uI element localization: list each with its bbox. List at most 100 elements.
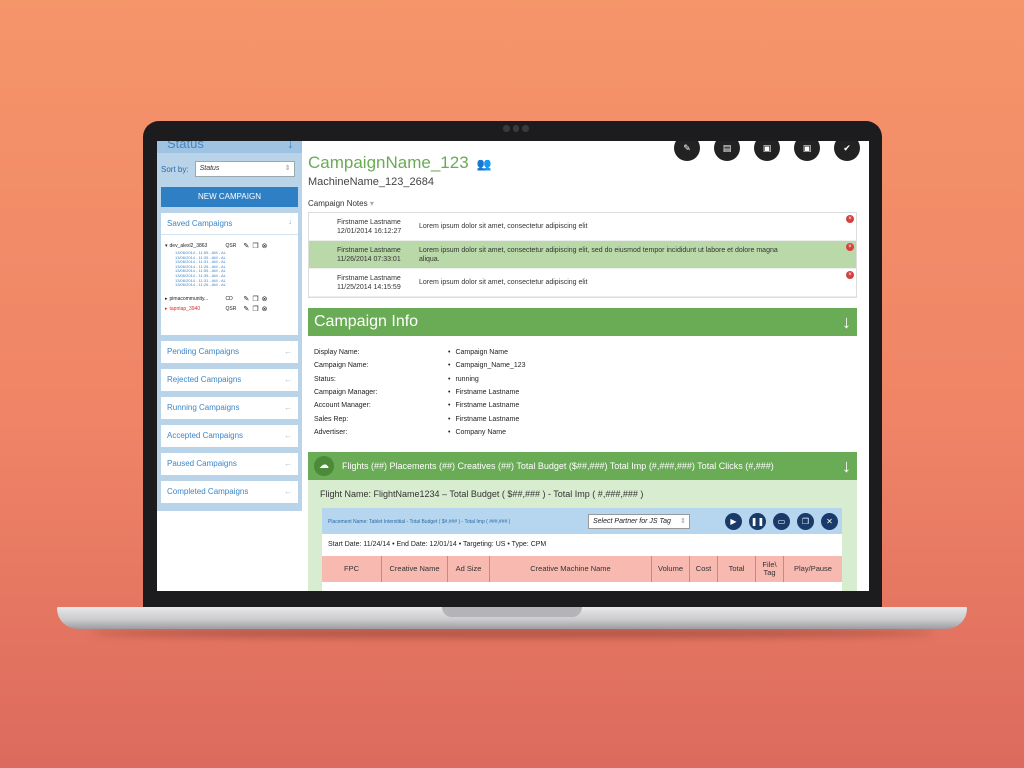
notes-label: Campaign Notes <box>308 199 368 208</box>
nav-running-campaigns[interactable]: Running Campaigns ← <box>161 397 298 419</box>
delete-icon[interactable]: ⊗ <box>262 242 268 250</box>
campaign-row[interactable]: ▸ tapntap_3940 QSR ✎ ❐ ⊗ <box>161 304 298 314</box>
column-header[interactable]: FPC <box>322 556 382 582</box>
info-row: Account Manager: Firstname Lastname <box>314 399 526 412</box>
note-author: Firstname Lastname 11/25/2014 14:15:59 <box>309 274 419 292</box>
note-text: Lorem ipsum dolor sit amet, consectetur … <box>419 246 778 263</box>
nav-label: Completed Campaigns <box>167 487 249 496</box>
campaign-row[interactable]: ▸ pimacommunity... CD ✎ ❐ ⊗ <box>161 294 298 304</box>
laptop-notch <box>442 607 582 617</box>
campaign-notes-toggle[interactable]: Campaign Notes ▾ <box>308 199 374 208</box>
arrow-down-icon[interactable]: ↓ <box>287 141 294 151</box>
edit-icon[interactable]: ✎ <box>244 242 250 250</box>
edit-icon[interactable]: ✎ <box>244 295 250 303</box>
info-key: Campaign Manager: <box>314 389 378 397</box>
status-label: Status <box>167 141 204 151</box>
campaign-title: CampaignName_123 <box>308 153 469 172</box>
column-header[interactable]: Total <box>718 556 756 582</box>
flight-panel: Flight Name: FlightName1234 – Total Budg… <box>308 480 857 591</box>
info-value: Company Name <box>448 429 506 436</box>
users-icon[interactable]: 👥 <box>477 157 492 171</box>
nav-paused-campaigns[interactable]: Paused Campaigns ← <box>161 453 298 475</box>
nav-rejected-campaigns[interactable]: Rejected Campaigns ← <box>161 369 298 391</box>
note-author-name: Firstname Lastname <box>337 218 401 226</box>
pause-icon[interactable]: ❚❚ <box>749 513 766 530</box>
campaign-type: QSR <box>225 243 237 249</box>
note-timestamp: 11/26/2014 07:33:01 <box>337 255 401 263</box>
arrow-left-icon: ← <box>284 431 292 440</box>
arrow-down-icon[interactable]: ↓ <box>288 217 292 226</box>
edit-icon[interactable]: ✎ <box>244 305 250 313</box>
sidebar: Status ↓ Sort by: Status NEW CAMPAIGN Sa… <box>157 141 302 511</box>
copy-icon[interactable]: ❐ <box>252 295 258 303</box>
cloud-upload-icon[interactable]: ☁ <box>314 456 334 476</box>
campaign-type: CD <box>225 295 233 302</box>
placement-actions: ▶ ❚❚ ▭ ❐ ✕ <box>725 513 838 530</box>
arrow-left-icon: ← <box>284 459 292 468</box>
saved-campaigns-header[interactable]: Saved Campaigns ↓ <box>161 213 298 235</box>
caret-right-icon[interactable]: ▸ <box>165 296 168 302</box>
placement-name: Placement Name: Tablet Interstitial - To… <box>328 519 511 525</box>
delete-note-icon[interactable]: × <box>846 243 854 251</box>
note-text: Lorem ipsum dolor sit amet, consectetur … <box>419 223 588 230</box>
document-icon[interactable]: ▤ <box>714 141 740 161</box>
note-item: Firstname Lastname 11/25/2014 14:15:59 Lo… <box>309 269 856 297</box>
campaign-name: dev_alexl2_3863 <box>169 243 208 249</box>
copy-icon[interactable]: ❐ <box>252 305 258 313</box>
nav-accepted-campaigns[interactable]: Accepted Campaigns ← <box>161 425 298 447</box>
copy-icon[interactable]: ❐ <box>252 242 258 250</box>
note-timestamp: 12/01/2014 16:12:27 <box>337 227 402 235</box>
sort-label: Sort by: <box>161 164 189 174</box>
note-item: Firstname Lastname 11/26/2014 07:33:01 Lo… <box>309 241 856 269</box>
info-key: Account Manager: <box>314 402 371 410</box>
delete-note-icon[interactable]: × <box>846 271 854 279</box>
new-campaign-button[interactable]: NEW CAMPAIGN <box>161 187 298 207</box>
delete-icon[interactable]: ⊗ <box>262 295 268 303</box>
arrow-down-icon[interactable]: ↓ <box>842 452 851 480</box>
delete-icon[interactable]: ⊗ <box>262 305 268 313</box>
approve-check-icon[interactable]: ✔ <box>834 141 860 161</box>
campaign-history-list: 13/06/2014 - 11:55 - AM - AL 13/06/2014 … <box>161 250 298 288</box>
monitor-icon[interactable]: ▭ <box>773 513 790 530</box>
info-value: Campaign Name <box>448 349 508 356</box>
page-title: CampaignName_123 👥 <box>308 153 492 173</box>
arrow-left-icon: ← <box>284 347 292 356</box>
copy-icon[interactable]: ❐ <box>797 513 814 530</box>
table-header-row: FPC Creative Name Ad Size Creative Machi… <box>322 556 842 582</box>
column-header[interactable]: Creative Name <box>382 556 448 582</box>
column-header[interactable]: File\ Tag <box>756 556 784 582</box>
info-value: Firstname Lastname <box>448 416 519 423</box>
laptop-shadow <box>90 628 934 638</box>
column-header[interactable]: Volume <box>652 556 690 582</box>
nav-label: Rejected Campaigns <box>167 375 242 384</box>
info-key: Advertiser: <box>314 428 348 436</box>
partner-select[interactable]: Select Partner for JS Tag <box>588 514 690 529</box>
caret-down-icon: ▾ <box>369 199 374 208</box>
edit-icon[interactable]: ✎ <box>674 141 700 161</box>
campaign-info-header[interactable]: Campaign Info ↓ <box>308 308 857 336</box>
caret-right-icon[interactable]: ▸ <box>165 306 168 312</box>
caret-down-icon[interactable]: ▾ <box>165 243 168 249</box>
sig-icon[interactable]: ▣ <box>794 141 820 161</box>
nav-pending-campaigns[interactable]: Pending Campaigns ← <box>161 341 298 363</box>
flights-header[interactable]: ☁ Flights (##) Placements (##) Creatives… <box>308 452 857 480</box>
nav-label: Paused Campaigns <box>167 459 237 468</box>
info-row: Status: running <box>314 373 526 386</box>
delete-note-icon[interactable]: × <box>846 215 854 223</box>
column-header[interactable]: Cost <box>690 556 718 582</box>
sort-select[interactable]: Status <box>194 161 295 177</box>
status-header[interactable]: Status ↓ <box>157 141 302 153</box>
nav-completed-campaigns[interactable]: Completed Campaigns ← <box>161 481 298 503</box>
column-header[interactable]: Creative Machine Name <box>490 556 652 582</box>
play-icon[interactable]: ▶ <box>725 513 742 530</box>
io-icon[interactable]: ▣ <box>754 141 780 161</box>
arrow-down-icon[interactable]: ↓ <box>842 308 851 336</box>
info-row: Advertiser: Company Name <box>314 426 526 439</box>
campaign-actions: ✎ ❐ ⊗ <box>244 242 268 250</box>
column-header[interactable]: Play/Pause <box>784 556 842 582</box>
info-value: Campaign_Name_123 <box>448 362 525 369</box>
column-header[interactable]: Ad Size <box>448 556 490 582</box>
close-icon[interactable]: ✕ <box>821 513 838 530</box>
arrow-left-icon: ← <box>284 487 292 496</box>
info-value: running <box>448 376 478 383</box>
